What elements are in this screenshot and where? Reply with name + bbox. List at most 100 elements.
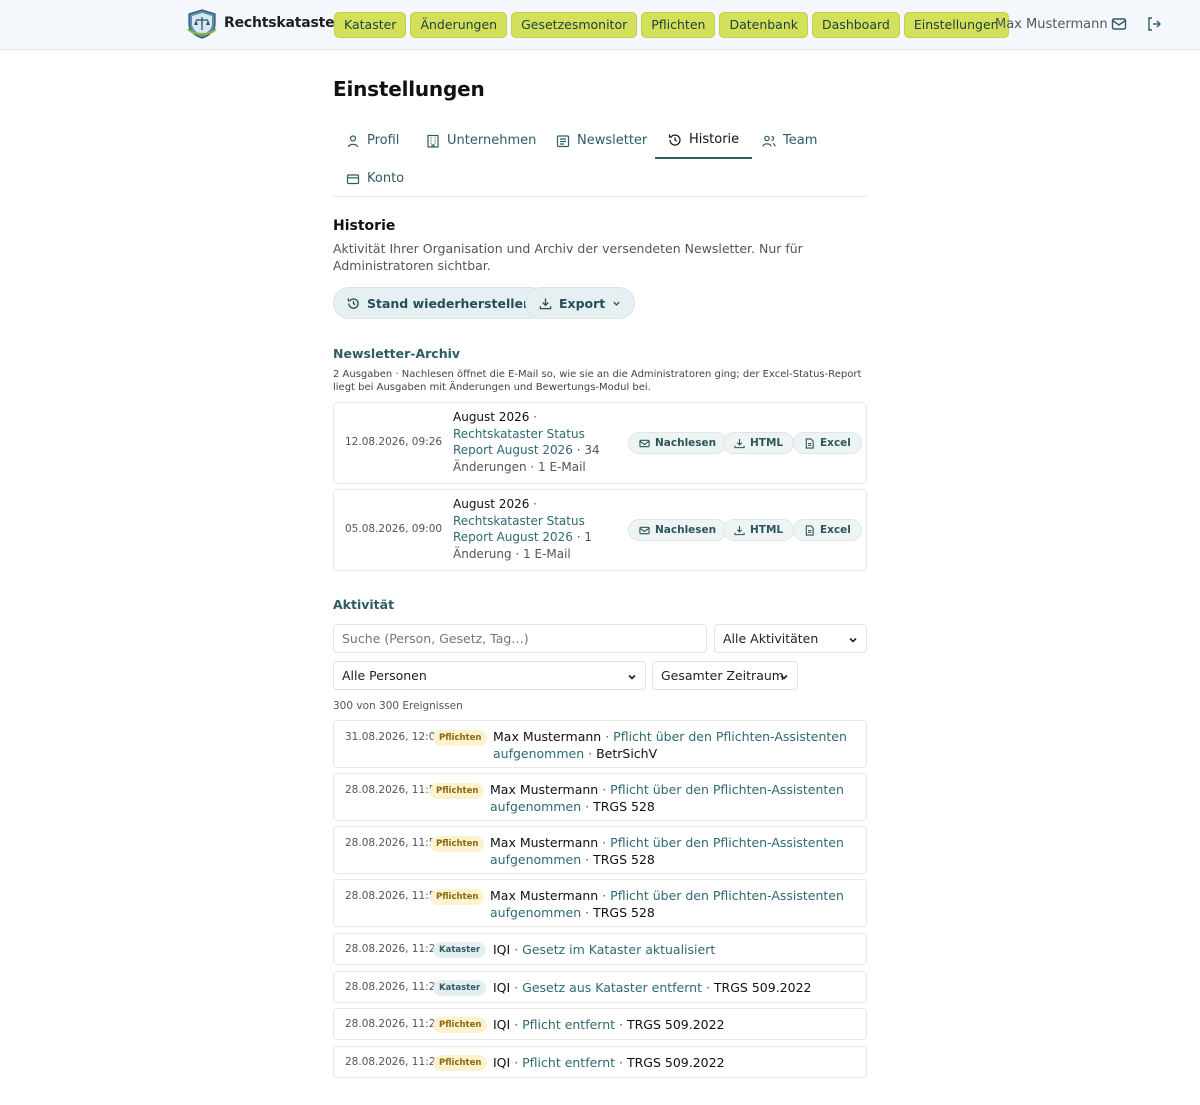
user-name[interactable]: Max Mustermann (995, 17, 1108, 32)
event-action-cont[interactable]: aufgenommen (493, 746, 584, 761)
tab-unternehmen[interactable]: Unternehmen (413, 122, 549, 159)
event-action[interactable]: Gesetz aus Kataster entfernt (522, 980, 702, 995)
event-row[interactable]: 28.08.2026, 11:24 Kataster IQI · Gesetz … (333, 971, 867, 1003)
event-action[interactable]: Pflicht entfernt (522, 1017, 615, 1032)
page-title: Einstellungen (333, 77, 485, 101)
archive-subject[interactable]: Rechtskataster Status Report August 2026 (453, 427, 585, 458)
building-icon (427, 134, 439, 148)
event-row[interactable]: 31.08.2026, 12:05 Pflichten Max Musterma… (333, 720, 867, 768)
event-date: 28.08.2026, 11:24 (345, 981, 443, 993)
event-action[interactable]: Gesetz im Kataster aktualisiert (522, 942, 715, 957)
event-actor: IQI (493, 980, 511, 995)
html-label: HTML (750, 437, 784, 449)
read-label: Nachlesen (655, 524, 717, 536)
event-tag: Kataster (433, 980, 487, 996)
tab-historie[interactable]: Historie (655, 122, 753, 159)
users-icon (762, 135, 776, 147)
mail-icon (639, 526, 650, 534)
tab-label: Unternehmen (447, 133, 537, 148)
event-action-cont[interactable]: aufgenommen (490, 905, 581, 920)
event-row[interactable]: 28.08.2026, 11:24 Kataster IQI · Gesetz … (333, 933, 867, 965)
chevron-down-icon (613, 301, 620, 306)
tab-team[interactable]: Team (749, 122, 830, 159)
event-action[interactable]: Pflicht entfernt (522, 1055, 615, 1070)
archive-item: 12.08.2026, 09:26 August 2026 · Rechtska… (333, 402, 867, 484)
export-button[interactable]: Export (525, 287, 636, 319)
event-action-cont[interactable]: aufgenommen (490, 799, 581, 814)
restore-button[interactable]: Stand wiederherstellen (333, 287, 546, 319)
export-label: Export (559, 295, 606, 311)
event-object: TRGS 509.2022 (626, 1017, 725, 1032)
event-date: 28.08.2026, 11:51 (345, 784, 443, 796)
tab-profil[interactable]: Profil (333, 122, 412, 159)
archive-subject[interactable]: Rechtskataster Status Report August 2026 (453, 514, 585, 545)
nav-pflichten[interactable]: Pflichten (641, 12, 716, 38)
read-label: Nachlesen (655, 437, 717, 449)
event-object: TRGS 528 (593, 905, 655, 920)
time-range-select[interactable]: Gesamter Zeitraum (652, 661, 798, 690)
file-icon (805, 437, 814, 449)
restore-label: Stand wiederherstellen (367, 295, 532, 311)
logo-icon[interactable] (186, 9, 218, 39)
html-button[interactable]: HTML (723, 432, 795, 454)
event-tag: Kataster (433, 942, 487, 958)
read-button[interactable]: Nachlesen (628, 432, 728, 454)
excel-label: Excel (820, 437, 851, 449)
activity-type-select[interactable]: Alle Aktivitäten (714, 624, 867, 653)
settings-tabs: Profil Unternehmen Newsletter Historie T… (333, 122, 867, 159)
html-label: HTML (750, 524, 784, 536)
archive-edition: August 2026 (453, 410, 530, 424)
event-action[interactable]: Pflicht über den Pflichten-Assistenten (610, 782, 844, 797)
excel-label: Excel (820, 524, 851, 536)
archive-summary: August 2026 · Rechtskataster Status Repo… (453, 410, 600, 474)
activity-search-input[interactable] (333, 624, 707, 653)
event-action[interactable]: Pflicht über den Pflichten-Assistenten (610, 835, 844, 850)
logout-icon[interactable] (1146, 16, 1162, 32)
tab-label: Konto (367, 171, 405, 186)
download-icon (539, 297, 552, 309)
download-icon (734, 525, 745, 535)
html-button[interactable]: HTML (723, 519, 795, 541)
event-text: Max Mustermann · Pflicht über den Pflich… (490, 835, 844, 867)
file-icon (805, 524, 814, 536)
event-date: 28.08.2026, 11:51 (345, 890, 443, 902)
event-action[interactable]: Pflicht über den Pflichten-Assistenten (610, 888, 844, 903)
event-date: 28.08.2026, 11:24 (345, 943, 443, 955)
event-row[interactable]: 28.08.2026, 11:24 Pflichten IQI · Pflich… (333, 1046, 867, 1078)
event-date: 28.08.2026, 11:24 (345, 1056, 443, 1068)
tab-label: Profil (367, 133, 400, 148)
excel-button[interactable]: Excel (793, 432, 862, 454)
tab-newsletter[interactable]: Newsletter (543, 122, 660, 159)
event-action[interactable]: Pflicht über den Pflichten-Assistenten (613, 729, 847, 744)
event-row[interactable]: 28.08.2026, 11:51 Pflichten Max Musterma… (333, 826, 867, 874)
credit-card-icon (346, 173, 360, 184)
nav-gesetzesmonitor[interactable]: Gesetzesmonitor (511, 12, 638, 38)
nav-einstellungen[interactable]: Einstellungen (903, 12, 1009, 38)
read-button[interactable]: Nachlesen (628, 519, 728, 541)
brand-name[interactable]: Rechtskataster (224, 15, 341, 31)
event-action-cont[interactable]: aufgenommen (490, 852, 581, 867)
nav-dashboard[interactable]: Dashboard (812, 12, 900, 38)
event-text: IQI · Gesetz aus Kataster entfernt · TRG… (493, 980, 812, 995)
event-row[interactable]: 28.08.2026, 11:51 Pflichten Max Musterma… (333, 773, 867, 821)
event-row[interactable]: 28.08.2026, 11:24 Pflichten IQI · Pflich… (333, 1008, 867, 1040)
event-tag: Pflichten (430, 836, 485, 852)
tab-konto[interactable]: Konto (333, 162, 417, 195)
tab-label: Newsletter (577, 133, 648, 148)
event-text: Max Mustermann · Pflicht über den Pflich… (490, 782, 844, 814)
nav-kataster[interactable]: Kataster (334, 12, 407, 38)
nav-aenderungen[interactable]: Änderungen (410, 12, 508, 38)
nav-datenbank[interactable]: Datenbank (719, 12, 809, 38)
event-actor: Max Mustermann (490, 888, 599, 903)
event-actor: IQI (493, 1055, 511, 1070)
excel-button[interactable]: Excel (793, 519, 862, 541)
event-row[interactable]: 28.08.2026, 11:51 Pflichten Max Musterma… (333, 879, 867, 927)
mail-icon[interactable] (1111, 16, 1127, 32)
settings-tabs-row-2: Konto (333, 162, 867, 197)
event-date: 28.08.2026, 11:51 (345, 837, 443, 849)
person-select[interactable]: Alle Personen (333, 661, 646, 690)
activity-type-value: Alle Aktivitäten (723, 631, 819, 646)
event-tag: Pflichten (430, 783, 485, 799)
archive-edition: August 2026 (453, 497, 530, 511)
event-actor: IQI (493, 1017, 511, 1032)
